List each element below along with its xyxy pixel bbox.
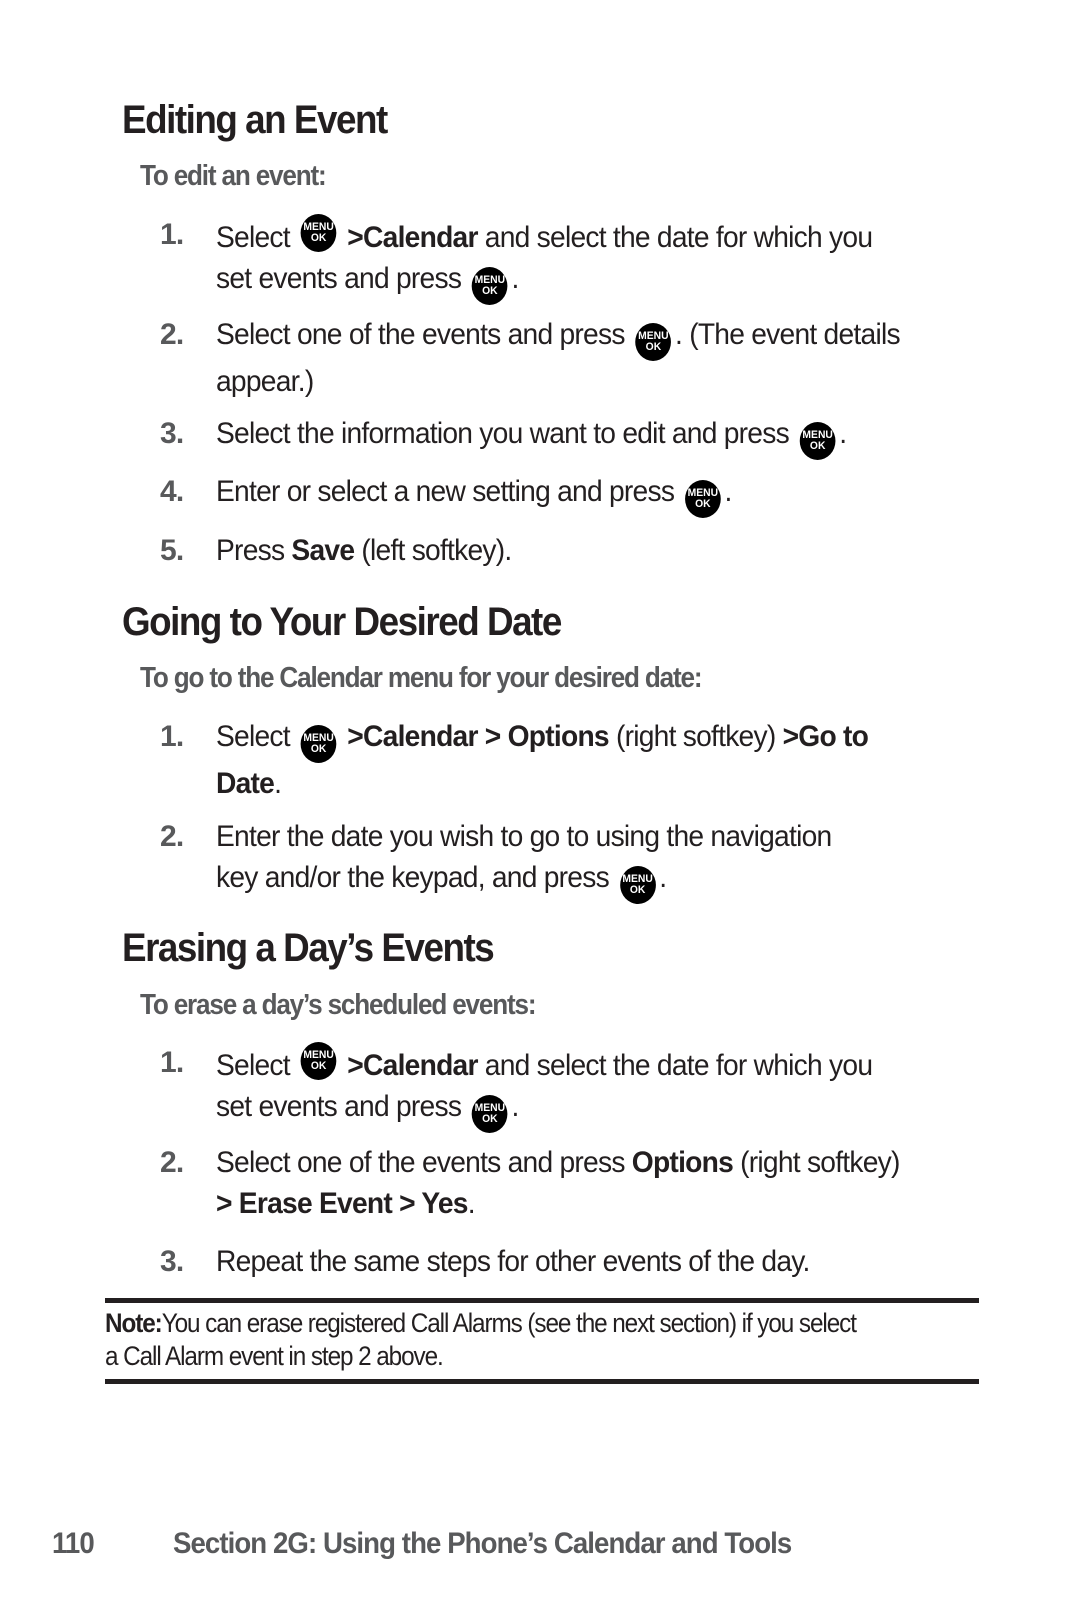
note-top-rule [105, 1298, 979, 1303]
section-title-go-to-date: Going to Your Desired Date [122, 600, 562, 644]
note-bottom-rule [105, 1379, 979, 1384]
menu-ok-key-icon: MENU OK [300, 1042, 337, 1080]
step-number: 3. [160, 1245, 184, 1278]
step-number: 2. [160, 1146, 184, 1179]
note-text: Note:You can erase registered Call Alarm… [105, 1308, 857, 1371]
step-number: 3. [160, 417, 184, 450]
menu-ok-key-icon: MENU OK [799, 422, 836, 460]
page-number: 110 [52, 1527, 95, 1560]
menu-path-erase-event: Erase Event [238, 1187, 393, 1220]
menu-ok-key-icon: MENU OK [619, 866, 656, 904]
softkey-options-label: Options [631, 1146, 734, 1179]
menu-path-date: Date [216, 767, 275, 800]
step-number: 4. [160, 475, 184, 508]
menu-path-calendar: Calendar [363, 1049, 478, 1082]
section-subtitle-editing-event: To edit an event: [140, 160, 327, 192]
menu-path-go-to: Go to [798, 720, 869, 753]
menu-ok-key-icon: MENU OK [472, 267, 508, 305]
section-title-erase-events: Erasing a Day’s Events [122, 926, 495, 970]
footer-section-title: Section 2G: Using the Phone’s Calendar a… [173, 1527, 792, 1560]
step-number: 1. [160, 218, 184, 251]
menu-path-calendar: Calendar [363, 720, 478, 753]
section-subtitle-go-to-date: To go to the Calendar menu for your desi… [140, 662, 703, 694]
menu-ok-key-icon: MENU OK [300, 214, 337, 252]
step-number: 2. [160, 318, 184, 351]
menu-path-yes: Yes [421, 1187, 468, 1220]
menu-ok-key-icon: MENU OK [635, 323, 672, 361]
menu-path-calendar: Calendar [363, 221, 478, 254]
step-number: 5. [160, 534, 184, 567]
menu-ok-key-icon: MENU OK [472, 1095, 508, 1133]
step-number: 1. [160, 1046, 184, 1079]
softkey-save-label: Save [291, 534, 355, 567]
section-title-editing-event: Editing an Event [122, 98, 388, 142]
section-subtitle-erase-events: To erase a day’s scheduled events: [140, 989, 537, 1021]
step-number: 2. [160, 820, 184, 853]
menu-ok-key-icon: MENU OK [685, 480, 721, 518]
step-number: 1. [160, 720, 184, 753]
menu-ok-key-icon: MENU OK [300, 725, 337, 763]
menu-path-options: Options [507, 720, 610, 753]
manual-page: Editing an Event To edit an event: 1. Se… [0, 0, 1080, 1620]
note-label: Note: [105, 1308, 163, 1338]
